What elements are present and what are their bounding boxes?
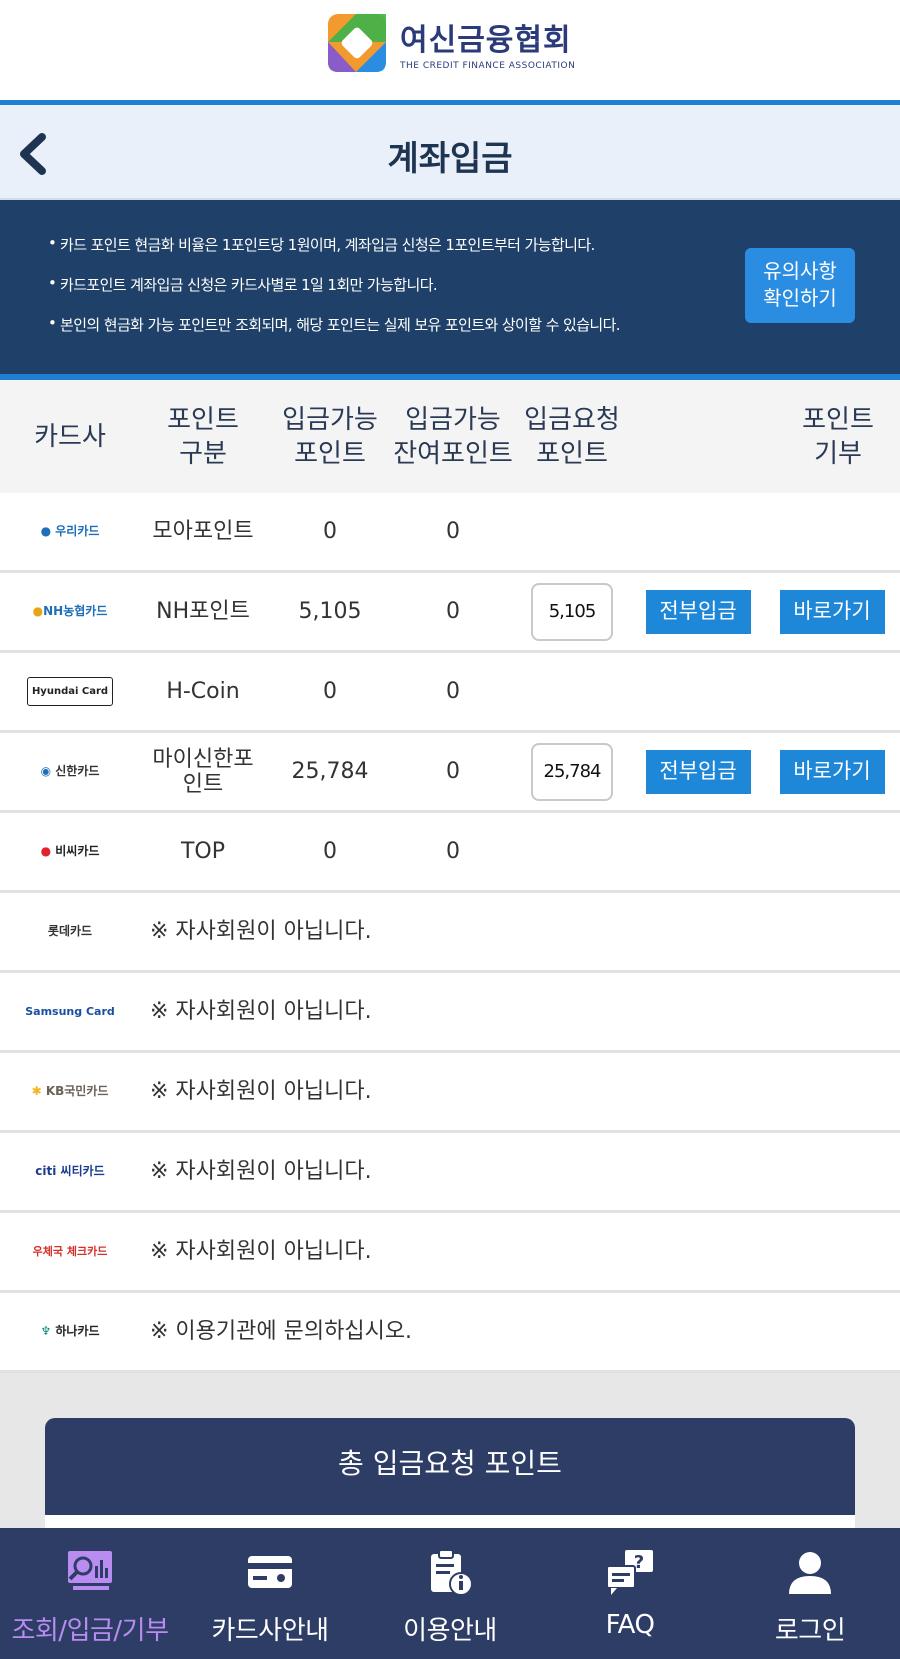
table-row: ✱ KB국민카드 ※ 자사회원이 아닙니다. <box>0 1053 900 1133</box>
point-type: 모아포인트 <box>152 519 254 544</box>
inquiry-message: ※ 이용기관에 문의하십시오. <box>150 1319 413 1344</box>
total-request-title: 총 입금요청 포인트 <box>338 1447 562 1480</box>
header-donate-points: 포인트 기부 <box>802 404 874 469</box>
remaining-points: 0 <box>446 679 460 704</box>
page-title: 계좌입금 <box>387 139 513 179</box>
header-available-points: 입금가능 포인트 <box>282 404 378 469</box>
clipboard-info-icon <box>425 1548 475 1598</box>
nav-item-login[interactable]: 로그인 <box>720 1528 900 1659</box>
table-header: 카드사 포인트 구분 입금가능 포인트 입금가능 잔여포인트 입금요청 포인트 … <box>0 380 900 493</box>
user-icon <box>785 1548 835 1598</box>
notice-panel: 카드 포인트 현금화 비율은 1포인트당 1원이며, 계좌입금 신청은 1포인트… <box>0 200 900 380</box>
bc-card-logo: ● 비씨카드 <box>40 844 100 858</box>
remaining-points: 0 <box>446 599 460 624</box>
nav-item-faq[interactable]: ? FAQ <box>540 1528 720 1659</box>
citi-card-logo: citi 씨티카드 <box>35 1164 105 1178</box>
org-name: 여신금융협회 <box>400 23 572 58</box>
samsung-card-logo: Samsung Card <box>25 1005 115 1018</box>
notice-confirm-button[interactable]: 유의사항 확인하기 <box>745 248 855 323</box>
kb-card-logo: ✱ KB국민카드 <box>31 1084 109 1098</box>
nav-item-usage-guide[interactable]: 이용안내 <box>360 1528 540 1659</box>
non-member-message: ※ 자사회원이 아닙니다. <box>150 999 372 1024</box>
available-points: 0 <box>323 839 337 864</box>
nav-item-inquiry[interactable]: 조회/입금/기부 <box>0 1528 180 1659</box>
woori-card-logo: ● 우리카드 <box>40 524 100 538</box>
non-member-message: ※ 자사회원이 아닙니다. <box>150 1079 372 1104</box>
search-chart-icon <box>65 1548 115 1598</box>
point-type: H-Coin <box>166 679 240 704</box>
shinhan-card-logo: ◉ 신한카드 <box>40 764 100 778</box>
donate-shortcut-button[interactable]: 바로가기 <box>779 749 885 794</box>
header-point-type: 포인트 구분 <box>167 404 239 469</box>
lotte-card-logo: 롯데카드 <box>47 924 93 938</box>
notice-item: 카드 포인트 현금화 비율은 1포인트당 1원이며, 계좌입금 신청은 1포인트… <box>48 234 620 255</box>
card-table-body: ● 우리카드 모아포인트 0 0 ●NH농협카드 NH포인트 5,105 0 전… <box>0 493 900 1373</box>
nav-label: 조회/입금/기부 <box>11 1616 169 1646</box>
non-member-message: ※ 자사회원이 아닙니다. <box>150 919 372 944</box>
table-row: citi 씨티카드 ※ 자사회원이 아닙니다. <box>0 1133 900 1213</box>
non-member-message: ※ 자사회원이 아닙니다. <box>150 1159 372 1184</box>
header-request-points: 입금요청 포인트 <box>524 404 620 469</box>
table-row: ♆ 하나카드 ※ 이용기관에 문의하십시오. <box>0 1293 900 1373</box>
point-type: 마이신한포 인트 <box>152 746 254 797</box>
point-type: NH포인트 <box>156 599 250 624</box>
non-member-message: ※ 자사회원이 아닙니다. <box>150 1239 372 1264</box>
org-logo[interactable]: 여신금융협회 THE CREDIT FINANCE ASSOCIATION <box>326 12 575 74</box>
header-remaining-points: 입금가능 잔여포인트 <box>393 404 513 469</box>
hyundai-card-logo: Hyundai Card <box>0 653 140 730</box>
point-type: TOP <box>180 839 226 864</box>
post-check-card-logo: 우체국 체크카드 <box>32 1245 108 1258</box>
remaining-points: 0 <box>446 839 460 864</box>
notice-item: 본인의 현금화 가능 포인트만 조회되며, 해당 포인트는 실제 보유 포인트와… <box>48 314 621 335</box>
deposit-all-button[interactable]: 전부입금 <box>645 749 751 794</box>
request-points-input[interactable] <box>531 742 613 801</box>
nav-label: 카드사안내 <box>211 1616 329 1646</box>
bottom-nav: 조회/입금/기부 카드사안내 이용안내 ? FAQ 로그인 <box>0 1528 900 1659</box>
remaining-points: 0 <box>446 759 460 784</box>
table-row: ● 비씨카드 TOP 0 0 <box>0 813 900 893</box>
nav-label: 이용안내 <box>403 1616 497 1646</box>
title-bar: 계좌입금 <box>0 100 900 200</box>
header-logo-bar: 여신금융협회 THE CREDIT FINANCE ASSOCIATION <box>0 0 900 100</box>
total-request-box: 총 입금요청 포인트 <box>45 1418 855 1545</box>
nav-label: 로그인 <box>774 1616 846 1646</box>
summary-area: 총 입금요청 포인트 <box>0 1373 900 1545</box>
deposit-all-button[interactable]: 전부입금 <box>645 589 751 634</box>
notice-list: 카드 포인트 현금화 비율은 1포인트당 1원이며, 계좌입금 신청은 1포인트… <box>48 234 621 354</box>
nav-item-card-company[interactable]: 카드사안내 <box>180 1528 360 1659</box>
available-points: 0 <box>323 679 337 704</box>
available-points: 5,105 <box>298 599 362 624</box>
org-subtitle: THE CREDIT FINANCE ASSOCIATION <box>400 61 576 71</box>
table-row: Samsung Card ※ 자사회원이 아닙니다. <box>0 973 900 1053</box>
table-row: 롯데카드 ※ 자사회원이 아닙니다. <box>0 893 900 973</box>
faq-chat-icon: ? <box>605 1548 655 1598</box>
org-logo-icon <box>326 12 388 74</box>
donate-shortcut-button[interactable]: 바로가기 <box>779 589 885 634</box>
nh-card-logo: ●NH농협카드 <box>32 604 108 618</box>
card-icon <box>245 1548 295 1598</box>
nav-label: FAQ <box>605 1610 655 1640</box>
notice-item: 카드포인트 계좌입금 신청은 카드사별로 1일 1회만 가능합니다. <box>48 274 620 295</box>
request-points-input[interactable] <box>531 582 613 641</box>
table-row: 우체국 체크카드 ※ 자사회원이 아닙니다. <box>0 1213 900 1293</box>
table-row: ●NH농협카드 NH포인트 5,105 0 전부입금 바로가기 <box>0 573 900 653</box>
header-company: 카드사 <box>34 421 106 452</box>
table-row: Hyundai Card H-Coin 0 0 <box>0 653 900 733</box>
available-points: 0 <box>323 519 337 544</box>
remaining-points: 0 <box>446 519 460 544</box>
hana-card-logo: ♆ 하나카드 <box>40 1324 100 1338</box>
table-row: ◉ 신한카드 마이신한포 인트 25,784 0 전부입금 바로가기 <box>0 733 900 813</box>
available-points: 25,784 <box>291 759 369 784</box>
table-row: ● 우리카드 모아포인트 0 0 <box>0 493 900 573</box>
